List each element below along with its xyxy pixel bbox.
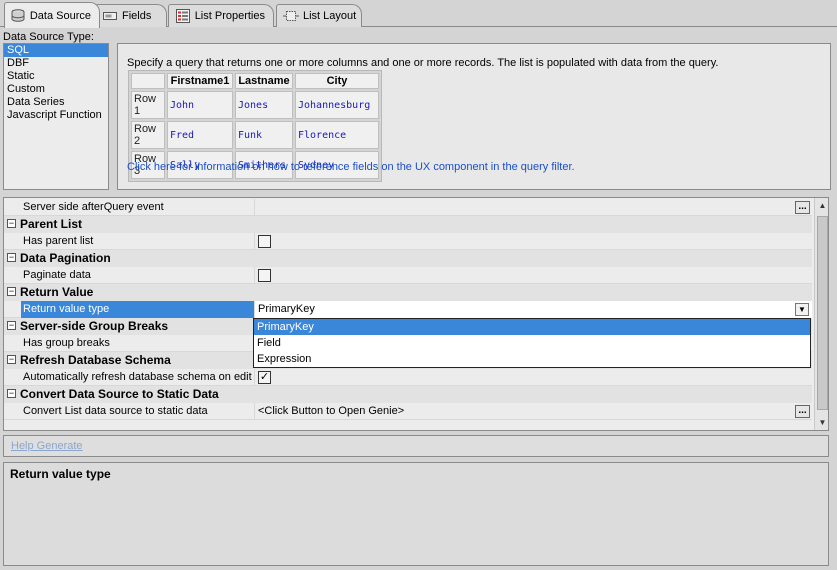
prop-label: Automatically refresh database schema on… — [23, 371, 252, 383]
list-layout-icon — [283, 9, 299, 23]
help-generate-bar: Help Generate — [3, 435, 829, 457]
info-description: Specify a query that returns one or more… — [127, 57, 719, 69]
ellipsis-button[interactable]: ... — [795, 201, 810, 214]
table-cell: Funk — [235, 121, 293, 149]
info-panel: Specify a query that returns one or more… — [117, 43, 831, 190]
scroll-down-icon[interactable]: ▼ — [815, 415, 828, 430]
category-label: Return Value — [20, 285, 94, 299]
category-return-value[interactable]: − Return Value — [4, 284, 812, 301]
property-description-panel: Return value type — [3, 462, 829, 566]
table-cell: Jones — [235, 91, 293, 119]
data-source-type-custom[interactable]: Custom — [4, 83, 108, 96]
chevron-down-icon[interactable]: ▼ — [795, 303, 809, 316]
collapse-icon[interactable]: − — [7, 219, 16, 228]
prop-return-value-type[interactable]: Return value type PrimaryKey ▼ — [4, 301, 812, 318]
tab-fields[interactable]: Fields — [95, 4, 167, 27]
prop-label: Convert List data source to static data — [23, 405, 208, 417]
fields-icon — [102, 9, 118, 23]
description-title: Return value type — [10, 467, 111, 481]
dropdown-option-expression[interactable]: Expression — [254, 351, 810, 367]
tab-list-properties[interactable]: List Properties — [168, 4, 274, 27]
category-label: Convert Data Source to Static Data — [20, 387, 219, 401]
combo-value: PrimaryKey — [258, 303, 315, 315]
category-data-pagination[interactable]: − Data Pagination — [4, 250, 812, 267]
data-source-type-sql[interactable]: SQL — [4, 44, 108, 57]
table-cell: Fred — [167, 121, 233, 149]
prop-convert-list[interactable]: Convert List data source to static data … — [4, 403, 812, 420]
prop-label: Paginate data — [23, 269, 91, 281]
category-parent-list[interactable]: − Parent List — [4, 216, 812, 233]
table-header: Lastname — [235, 73, 293, 89]
prop-auto-refresh-schema[interactable]: Automatically refresh database schema on… — [4, 369, 812, 386]
scroll-up-icon[interactable]: ▲ — [815, 198, 828, 213]
database-icon — [11, 9, 26, 23]
genie-value: <Click Button to Open Genie> — [258, 405, 405, 417]
table-header: City — [295, 73, 379, 89]
prop-server-side-after-query[interactable]: Server side afterQuery event ... — [4, 199, 812, 216]
collapse-icon[interactable]: − — [7, 253, 16, 262]
prop-label: Has parent list — [23, 235, 94, 247]
row-header: Row 2 — [131, 121, 165, 149]
help-generate-link[interactable]: Help Generate — [11, 440, 83, 452]
tab-label: List Layout — [303, 10, 357, 22]
auto-refresh-checkbox[interactable]: ✓ — [258, 371, 271, 384]
dropdown-option-primarykey[interactable]: PrimaryKey — [254, 319, 810, 335]
prop-label: Return value type — [21, 301, 254, 318]
data-source-type-data-series[interactable]: Data Series — [4, 96, 108, 109]
collapse-icon[interactable]: − — [7, 287, 16, 296]
return-value-type-combo[interactable]: PrimaryKey ▼ — [254, 301, 812, 318]
tab-list-layout[interactable]: List Layout — [276, 4, 362, 27]
table-row: Row 2 Fred Funk Florence — [131, 121, 379, 149]
ellipsis-button[interactable]: ... — [795, 405, 810, 418]
prop-label: Server side afterQuery event — [23, 201, 164, 213]
tab-data-source[interactable]: Data Source — [4, 2, 100, 28]
prop-value: ... — [254, 199, 812, 216]
paginate-data-checkbox[interactable] — [258, 269, 271, 282]
table-header — [131, 73, 165, 89]
data-source-type-javascript-function[interactable]: Javascript Function — [4, 109, 108, 122]
prop-value: ✓ — [254, 369, 812, 386]
scroll-thumb[interactable] — [817, 216, 828, 410]
return-value-type-dropdown[interactable]: PrimaryKey Field Expression — [253, 318, 811, 368]
tab-label: List Properties — [194, 10, 265, 22]
collapse-icon[interactable]: − — [7, 355, 16, 364]
category-convert-to-static[interactable]: − Convert Data Source to Static Data — [4, 386, 812, 403]
tab-label: Data Source — [29, 9, 91, 22]
prop-value — [254, 233, 812, 250]
data-source-type-list[interactable]: SQL DBF Static Custom Data Series Javasc… — [3, 43, 109, 190]
prop-value: <Click Button to Open Genie> ... — [254, 403, 812, 420]
vertical-scrollbar[interactable]: ▲ ▼ — [814, 198, 828, 430]
prop-label: Has group breaks — [23, 337, 110, 349]
data-source-type-label: Data Source Type: — [3, 31, 94, 43]
list-properties-icon — [175, 9, 191, 23]
tab-label: Fields — [122, 10, 152, 22]
prop-has-parent-list[interactable]: Has parent list — [4, 233, 812, 250]
query-filter-help-link[interactable]: Click here for information on how to ref… — [127, 161, 575, 173]
has-parent-list-checkbox[interactable] — [258, 235, 271, 248]
category-label: Data Pagination — [20, 251, 111, 265]
prop-paginate-data[interactable]: Paginate data — [4, 267, 812, 284]
table-cell: Florence — [295, 121, 379, 149]
collapse-icon[interactable]: − — [7, 389, 16, 398]
table-row: Row 1 John Jones Johannesburg — [131, 91, 379, 119]
data-source-type-dbf[interactable]: DBF — [4, 57, 108, 70]
table-cell: Johannesburg — [295, 91, 379, 119]
table-header: Firstname1 — [167, 73, 233, 89]
category-label: Parent List — [20, 217, 83, 231]
row-header: Row 1 — [131, 91, 165, 119]
tab-bar: Data Source Fields List Properties List … — [0, 0, 837, 28]
dropdown-option-field[interactable]: Field — [254, 335, 810, 351]
property-grid: Server side afterQuery event ... − Paren… — [3, 197, 829, 431]
collapse-icon[interactable]: − — [7, 321, 16, 330]
prop-value — [254, 267, 812, 284]
data-source-type-static[interactable]: Static — [4, 70, 108, 83]
table-cell: John — [167, 91, 233, 119]
